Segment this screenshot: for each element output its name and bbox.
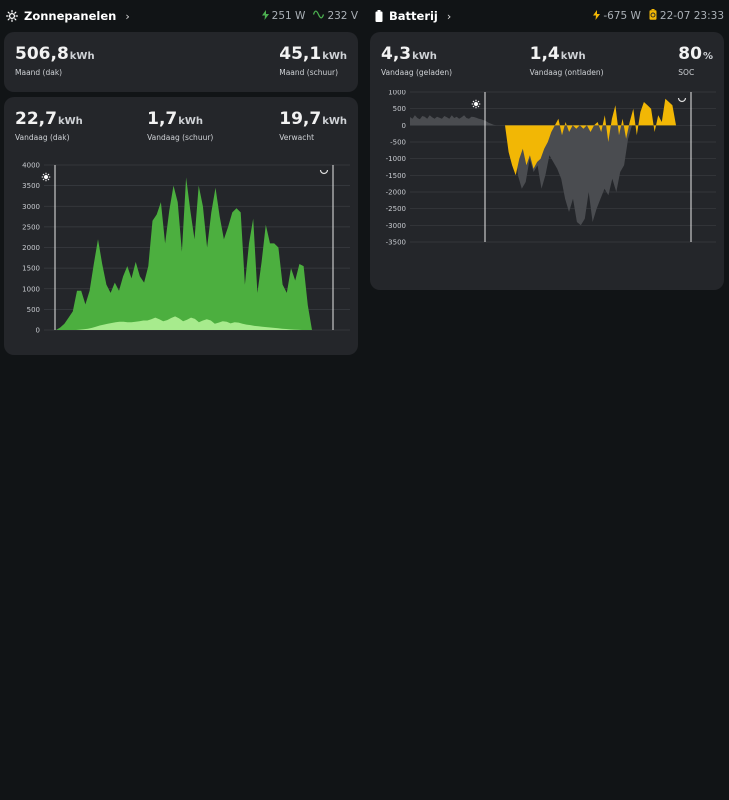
battery-clock-icon [649, 9, 657, 23]
battery-datetime: 22-07 23:33 [659, 10, 724, 22]
y-tick-label: -500 [390, 139, 406, 147]
metric-value: 1,7 [147, 109, 178, 129]
sun-icon [6, 10, 18, 22]
battery-chart: 1000 500 0 -500 -1000 -1500 -2000 -2500 -3000 -35… [386, 90, 716, 247]
solar-voltage: 232 V [327, 10, 358, 22]
battery-column: Batterij › -675 W 22-07 23:33 4,3kWh Van… [370, 0, 724, 290]
solar-header[interactable]: Zonnepanelen › 251 W 232 V [4, 0, 358, 32]
battery-power: -675 W [603, 10, 641, 22]
battery-header[interactable]: Batterij › -675 W 22-07 23:33 [370, 0, 724, 32]
solar-column: Zonnepanelen › 251 W 232 V 506,8kWh Maan… [4, 0, 358, 355]
metric-label: Verwacht [279, 133, 315, 142]
series-area [56, 177, 312, 330]
lightning-icon [261, 9, 269, 23]
metric-label: Vandaag (schuur) [147, 133, 214, 142]
metric-label: SOC [678, 68, 695, 77]
sunset-icon [319, 169, 329, 175]
month-barn-metric: 45,1kWh Maand (schuur) [279, 44, 347, 77]
solar-month-card: 506,8kWh Maand (dak) 45,1kWh Maand (schu… [4, 32, 358, 92]
chevron-right-icon[interactable]: › [125, 10, 129, 23]
sunrise-icon [471, 99, 481, 109]
charged-metric: 4,3kWh Vandaag (geladen) [381, 44, 530, 77]
metric-value: 80 [678, 44, 702, 64]
sunset-icon [677, 97, 687, 103]
metric-value: 506,8 [15, 44, 69, 64]
expected-metric: 19,7kWh Verwacht [279, 109, 347, 142]
battery-icon [375, 10, 383, 22]
metric-label: Vandaag (dak) [15, 133, 70, 142]
metric-unit: kWh [322, 116, 347, 127]
metric-unit: kWh [69, 51, 95, 62]
y-tick-label: 1500 [22, 265, 40, 273]
chevron-right-icon[interactable]: › [447, 10, 451, 23]
metric-unit: % [702, 51, 713, 62]
metric-value: 4,3 [381, 44, 412, 64]
metric-unit: kWh [322, 51, 347, 62]
y-tick-label: 500 [27, 306, 40, 314]
solar-today-card: 22,7kWh Vandaag (dak) 1,7kWh Vandaag (sc… [4, 97, 358, 355]
discharged-metric: 1,4kWh Vandaag (ontladen) [530, 44, 679, 77]
y-tick-label: 0 [402, 122, 406, 130]
metric-unit: kWh [178, 116, 204, 127]
metric-unit: kWh [412, 51, 437, 62]
y-tick-label: 2500 [22, 223, 40, 231]
y-tick-label: 1000 [388, 90, 406, 97]
y-tick-label: -2000 [386, 189, 406, 197]
y-tick-label: 4000 [22, 162, 40, 170]
today-barn-metric: 1,7kWh Vandaag (schuur) [147, 109, 279, 142]
metric-label: Vandaag (geladen) [381, 68, 453, 77]
solar-stats: 251 W 232 V [259, 9, 358, 23]
solar-power: 251 W [271, 10, 306, 22]
y-tick-label: 2000 [22, 244, 40, 252]
month-roof-metric: 506,8kWh Maand (dak) [15, 44, 95, 77]
sine-wave-icon [313, 10, 325, 22]
y-tick-label: 1000 [22, 285, 40, 293]
y-tick-label: 3500 [22, 182, 40, 190]
metric-unit: kWh [57, 116, 83, 127]
metric-value: 22,7 [15, 109, 57, 129]
solar-chart: 4000 3500 3000 2500 2000 1500 1000 500 0 [22, 162, 350, 335]
series-area [410, 115, 496, 126]
y-tick-label: 3000 [22, 203, 40, 211]
metric-label: Vandaag (ontladen) [529, 68, 604, 77]
y-tick-label: -3500 [386, 239, 406, 247]
soc-metric: 80% SOC [678, 44, 713, 77]
sunrise-icon [41, 172, 51, 182]
metric-value: 1,4 [529, 44, 560, 64]
battery-title: Batterij [389, 9, 438, 23]
metric-unit: kWh [560, 51, 586, 62]
metric-label: Maand (dak) [15, 68, 63, 77]
metric-label: Maand (schuur) [279, 68, 339, 77]
y-tick-label: 500 [393, 105, 406, 113]
battery-card: 4,3kWh Vandaag (geladen) 1,4kWh Vandaag … [370, 32, 724, 290]
today-roof-metric: 22,7kWh Vandaag (dak) [15, 109, 147, 142]
lightning-icon [593, 9, 601, 23]
y-tick-label: -1500 [386, 172, 406, 180]
solar-title: Zonnepanelen [24, 9, 117, 23]
y-tick-label: -2500 [386, 205, 406, 213]
metric-value: 45,1 [279, 44, 322, 64]
y-tick-label: -3000 [386, 222, 406, 230]
y-tick-label: 0 [36, 327, 40, 335]
y-tick-label: -1000 [386, 155, 406, 163]
metric-value: 19,7 [279, 109, 322, 129]
battery-stats: -675 W 22-07 23:33 [590, 9, 724, 23]
